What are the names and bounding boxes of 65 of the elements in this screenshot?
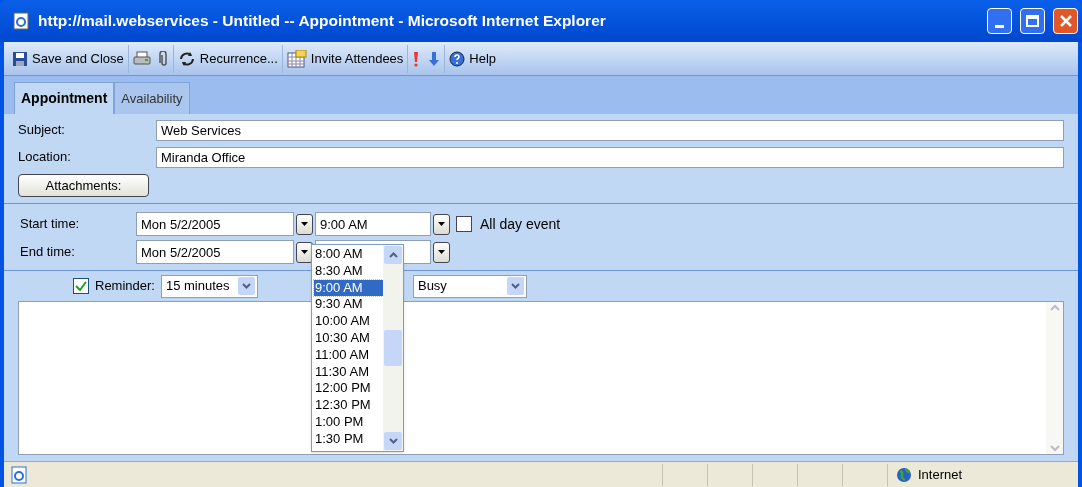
scroll-down-button[interactable] (384, 432, 402, 450)
chevron-up-icon (388, 252, 398, 258)
close-button[interactable] (1053, 8, 1078, 34)
minimize-button[interactable] (987, 8, 1012, 34)
time-option[interactable]: 8:00 AM (314, 246, 383, 263)
time-option[interactable]: 9:00 AM (314, 279, 383, 297)
time-option[interactable]: 1:30 PM (314, 430, 383, 448)
time-option[interactable]: 12:00 PM (314, 380, 383, 398)
time-option[interactable]: 11:30 AM (314, 363, 383, 381)
triangle-down-icon (301, 250, 308, 254)
triangle-down-icon (438, 222, 445, 226)
browser-icon (12, 12, 30, 30)
toolbar-button[interactable]: Save and Close (8, 44, 128, 73)
circular-arrows-icon (177, 50, 196, 67)
triangle-down-icon (438, 250, 445, 254)
calendar-envelope-icon (286, 49, 307, 68)
printer-icon (132, 50, 151, 67)
time-option[interactable]: 8:30 AM (314, 262, 383, 280)
time-option[interactable]: 1:00 PM (314, 413, 383, 431)
date-dropdown-button[interactable] (296, 241, 313, 263)
tab[interactable]: Appointment (14, 82, 115, 114)
exclamation-icon (412, 50, 421, 67)
toolbar-button[interactable]: Recurrence... (172, 44, 282, 73)
triangle-down-icon (301, 222, 308, 226)
date-field[interactable]: Mon 5/2/2005 (136, 212, 294, 236)
toolbar-button[interactable]: Invite Attendees (281, 44, 408, 73)
scroll-thumb[interactable] (384, 330, 402, 366)
checkbox-label: All day event (480, 214, 561, 234)
page-icon (10, 465, 28, 484)
globe-icon (896, 466, 912, 483)
field-label: End time: (20, 243, 76, 262)
time-option[interactable]: 11:00 AM (314, 346, 383, 364)
time-field[interactable]: 9:00 AM (315, 212, 431, 236)
paperclip-icon (158, 50, 169, 67)
time-option[interactable]: 9:30 AM (314, 296, 383, 314)
attachments-button[interactable]: Attachments: (18, 174, 149, 197)
notes-field[interactable] (18, 301, 1064, 455)
down-arrow-icon (428, 50, 441, 67)
field-label: Subject: (18, 121, 66, 139)
time-dropdown-button[interactable] (433, 213, 450, 235)
date-dropdown-button[interactable] (296, 213, 313, 235)
checkbox-label: Reminder: (95, 277, 155, 296)
text-field[interactable]: Miranda Office (156, 147, 1064, 168)
scroll-up-button[interactable] (384, 246, 402, 264)
tab[interactable]: Availability (114, 82, 190, 114)
help-icon (449, 50, 466, 67)
close-icon (1059, 15, 1072, 27)
show-as-select[interactable]: Busy (412, 274, 527, 298)
toolbar-button[interactable]: Help (444, 44, 501, 73)
time-option[interactable]: 12:30 PM (314, 397, 383, 414)
time-option[interactable]: 10:30 AM (314, 330, 383, 347)
field-label: Start time: (20, 215, 81, 234)
checkbox[interactable] (456, 216, 472, 232)
scrollbar[interactable] (383, 245, 403, 451)
text-field[interactable]: Web Services (156, 120, 1064, 141)
reminder-select[interactable]: 15 minutes (160, 274, 258, 298)
time-option[interactable]: 10:00 AM (314, 313, 383, 330)
time-dropdown-button[interactable] (433, 241, 450, 263)
field-label: Location: (18, 148, 72, 166)
maximize-button[interactable] (1020, 8, 1045, 34)
zone-label: Internet (918, 465, 963, 484)
checkbox[interactable] (73, 278, 89, 294)
window-title: http://mail.webservices - Untitled -- Appointment - Microsoft Internet Explorer (38, 11, 607, 32)
chevron-down-icon (388, 438, 398, 444)
date-field[interactable]: Mon 5/2/2005 (136, 240, 294, 264)
